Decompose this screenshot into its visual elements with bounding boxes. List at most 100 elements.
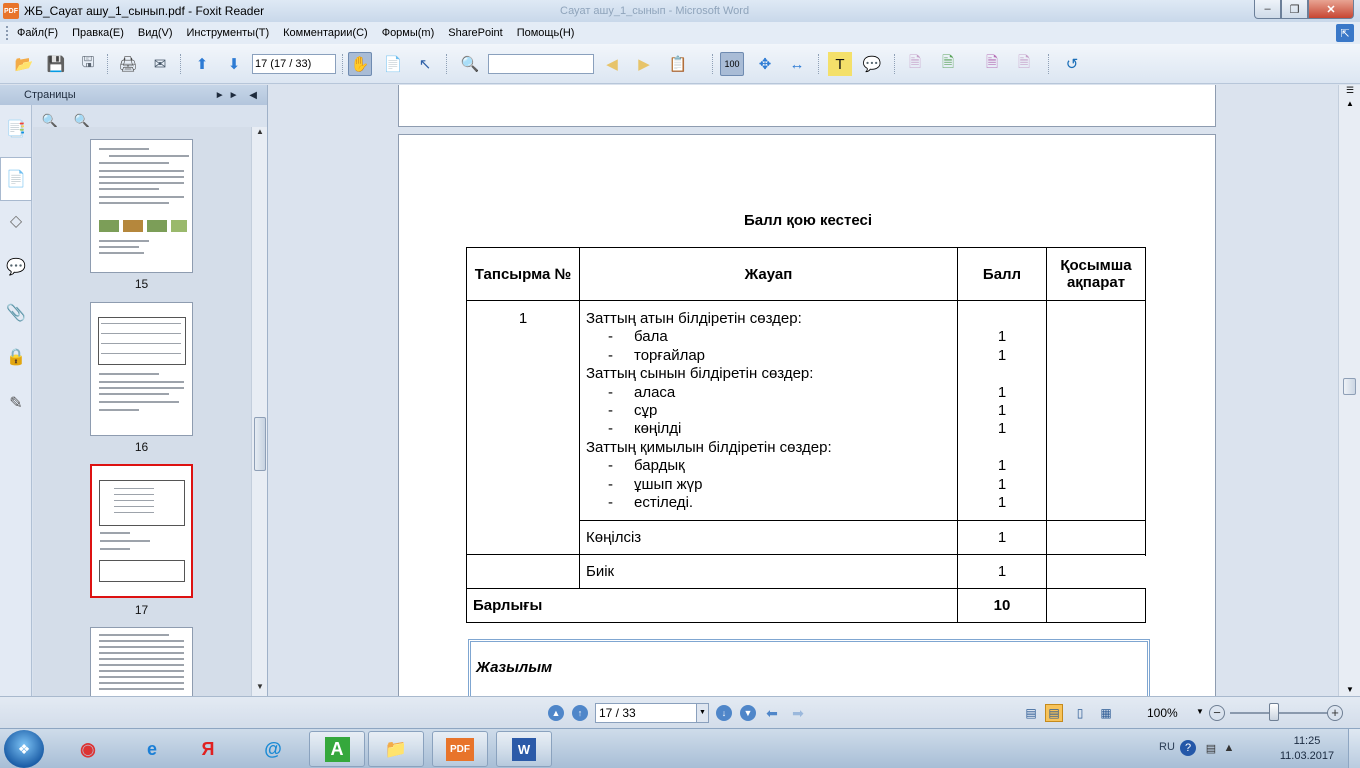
zoom-out-button[interactable]: − [1209, 705, 1225, 721]
fit-page-icon[interactable]: ✥ [753, 52, 777, 76]
continuous-view-icon[interactable]: ▤ [1045, 704, 1063, 722]
first-page-icon[interactable]: ▲ [548, 705, 564, 721]
show-desktop-button[interactable] [1348, 729, 1360, 768]
save-as-icon[interactable]: 🖫 [76, 52, 100, 76]
clock[interactable]: 11:25 11.03.2017 [1276, 734, 1338, 764]
network-icon[interactable]: ▤ [1203, 740, 1219, 756]
scroll-down-icon[interactable]: ▼ [252, 682, 268, 696]
menu-view[interactable]: Вид(V) [131, 27, 180, 39]
facing-view-icon[interactable]: ▯ [1071, 704, 1089, 722]
scroll-down-icon[interactable]: ▼ [1342, 685, 1358, 694]
continuous-facing-view-icon[interactable]: ▦ [1097, 704, 1115, 722]
page-thumbnail[interactable] [90, 627, 193, 696]
typewriter-icon[interactable]: T [828, 52, 852, 76]
comments-icon[interactable]: 💬 [4, 255, 28, 279]
go-forward-icon[interactable]: ➡ [790, 705, 806, 721]
chevron-down-icon[interactable]: ▼ [696, 704, 708, 722]
find-previous-icon[interactable]: ◀ [600, 52, 624, 76]
title-bar: PDF ЖБ_Сауат ашу_1_сынып.pdf - Foxit Rea… [0, 0, 1360, 22]
thumbnail-scrollbar[interactable]: ▲ ▼ [251, 127, 267, 696]
previous-page-icon[interactable]: ⬆ [190, 52, 214, 76]
attachments-icon[interactable]: 📎 [4, 301, 28, 325]
total-score: 10 [957, 588, 1047, 624]
page-thumbnail-current[interactable] [90, 464, 193, 598]
mail-icon[interactable]: @ [245, 731, 301, 767]
scrollbar-thumb[interactable] [1343, 378, 1356, 395]
close-button[interactable]: ✕ [1308, 0, 1354, 19]
minimize-button[interactable]: – [1254, 0, 1281, 19]
layers-icon[interactable]: ◇ [4, 209, 28, 233]
show-hidden-icons-icon[interactable]: ▲ [1221, 740, 1237, 756]
create-pdf-icon[interactable]: 🗎 [903, 52, 927, 76]
foxit-pdf-taskbar-button[interactable]: PDF [432, 731, 488, 767]
zoom-slider[interactable] [1230, 712, 1328, 714]
menu-forms[interactable]: Формы(m) [375, 27, 442, 39]
page-thumbnail[interactable] [90, 302, 193, 436]
page-thumbnail[interactable] [90, 139, 193, 273]
restore-layout-icon[interactable]: ⇱ [1336, 24, 1354, 42]
thumbnail-label: 15 [134, 277, 149, 291]
foxit-update-icon[interactable]: ↺ [1060, 52, 1084, 76]
pdf-export-icon[interactable]: 🗎 [1012, 52, 1036, 76]
select-text-icon[interactable]: 📄 [381, 52, 405, 76]
pdf-tools-icon[interactable]: 🗎 [980, 52, 1004, 76]
hand-tool-icon[interactable]: ✋ [348, 52, 372, 76]
search-options-icon[interactable]: 📋 [666, 52, 690, 76]
menu-edit[interactable]: Правка(E) [65, 27, 131, 39]
scroll-up-icon[interactable]: ▲ [1342, 99, 1358, 108]
menu-help[interactable]: Помощь(H) [510, 27, 582, 39]
folder-icon[interactable]: 📁 [368, 731, 424, 767]
convert-pdf-icon[interactable]: 🗎 [936, 52, 960, 76]
scroll-up-icon[interactable]: ▲ [252, 127, 268, 141]
email-icon[interactable]: ✉ [148, 52, 172, 76]
pages-icon[interactable]: 📑 [4, 117, 28, 141]
document-scrollbar[interactable]: ☰ ▲ ▼ [1338, 85, 1360, 696]
zoom-level[interactable]: 100% [1147, 706, 1178, 720]
start-button[interactable]: ❖ [4, 730, 44, 768]
zoom-dropdown-icon[interactable]: ▼ [1196, 707, 1204, 716]
next-page-icon[interactable]: ↓ [716, 705, 732, 721]
menu-sharepoint[interactable]: SharePoint [441, 27, 509, 39]
find-icon[interactable]: 🔍 [458, 52, 482, 76]
menu-tools[interactable]: Инструменты(T) [180, 27, 277, 39]
scrollbar-thumb[interactable] [254, 417, 266, 471]
single-page-view-icon[interactable]: ▤ [1022, 704, 1040, 722]
prev-page-icon[interactable]: ↑ [572, 705, 588, 721]
foxit-app-icon[interactable]: PDF [3, 3, 19, 19]
find-next-icon[interactable]: ▶ [632, 52, 656, 76]
go-back-icon[interactable]: ⬅ [764, 705, 780, 721]
find-input[interactable] [488, 54, 594, 74]
a-app-taskbar-button[interactable]: А [309, 731, 365, 767]
help-icon[interactable]: ? [1180, 740, 1196, 756]
internet-explorer-icon[interactable]: e [124, 731, 180, 767]
list-item: - естіледі. [608, 493, 694, 511]
menu-file[interactable]: Файл(F) [10, 27, 65, 39]
zoom-slider-handle[interactable] [1269, 703, 1279, 721]
yandex-icon[interactable]: Я [180, 731, 236, 767]
score-value: 1 [997, 346, 1007, 364]
fit-width-icon[interactable]: ↔ [785, 52, 809, 76]
next-page-icon[interactable]: ⬇ [222, 52, 246, 76]
select-arrow-icon[interactable]: ↖ [413, 52, 437, 76]
open-icon[interactable]: 📂 [12, 52, 36, 76]
signature-icon[interactable]: ✎ [4, 391, 28, 415]
word-taskbar-button[interactable]: W [496, 731, 552, 767]
pages-panel-title: Страницы [24, 89, 76, 101]
language-indicator[interactable]: RU [1159, 741, 1175, 753]
bookmarks-icon[interactable]: 📄 [0, 157, 32, 201]
last-page-icon[interactable]: ▼ [740, 705, 756, 721]
status-page-field[interactable]: 17 / 33 ▼ [595, 703, 709, 723]
security-icon[interactable]: 🔒 [4, 345, 28, 369]
actual-size-icon[interactable]: 100 [720, 52, 744, 76]
page-number-field[interactable]: 17 (17 / 33) [252, 54, 336, 74]
restore-button[interactable]: ❐ [1281, 0, 1308, 19]
zoom-in-button[interactable]: + [1327, 705, 1343, 721]
document-view[interactable]: Балл қою кестесі Тапсырма № Жауап Балл Қ… [274, 85, 1338, 696]
menu-comments[interactable]: Комментарии(C) [276, 27, 375, 39]
chrome-icon[interactable]: ◉ [60, 731, 116, 767]
note-icon[interactable]: 💬 [860, 52, 884, 76]
save-icon[interactable]: 💾 [44, 52, 68, 76]
print-icon[interactable]: 🖨 [116, 52, 140, 76]
panel-collapse-icon[interactable]: ►► ◀ [215, 90, 261, 101]
split-view-icon[interactable]: ☰ [1343, 85, 1357, 97]
